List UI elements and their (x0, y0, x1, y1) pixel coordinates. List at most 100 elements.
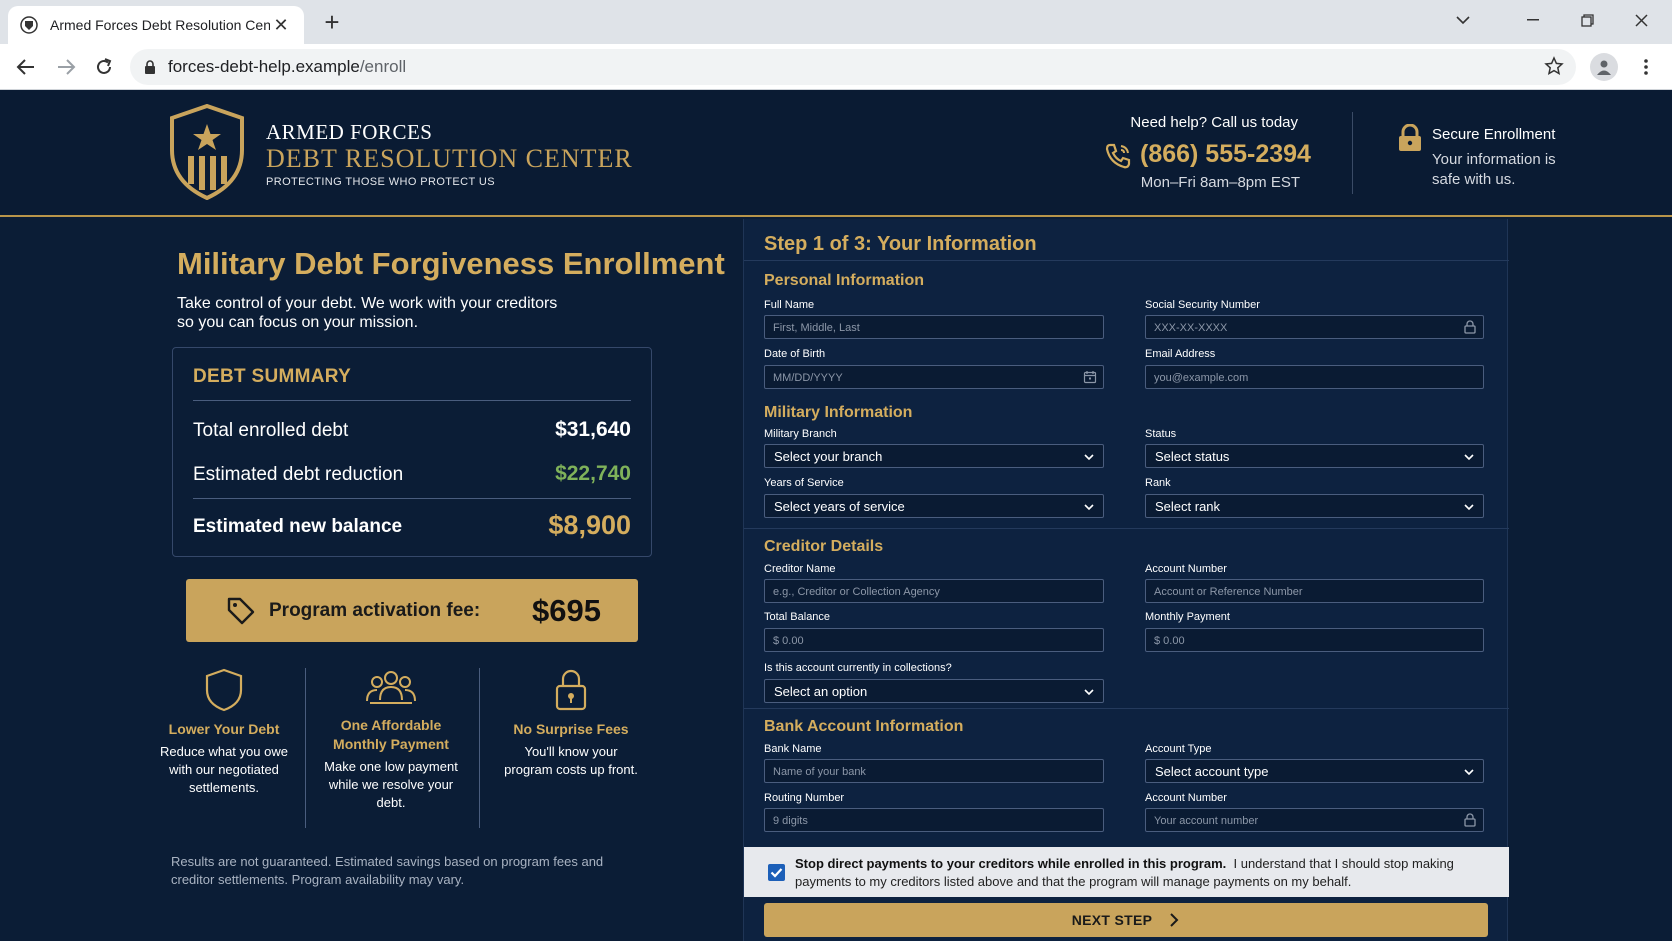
bank-name-input[interactable]: Name of your bank (764, 759, 1104, 783)
next-step-label: NEXT STEP (1071, 912, 1153, 928)
profile-avatar-icon[interactable] (1590, 53, 1618, 81)
chevron-down-icon (1084, 504, 1094, 511)
years-select[interactable]: Select years of service (764, 494, 1104, 518)
shield-favicon-icon (20, 16, 38, 34)
bank-name-label: Bank Name (764, 743, 822, 755)
account-type-select[interactable]: Select account type (1145, 759, 1484, 783)
rank-select[interactable]: Select rank (1145, 494, 1484, 518)
browser-tab-strip: Armed Forces Debt Resolution Center ✕ + (0, 0, 1672, 44)
total-balance-input[interactable]: $ 0.00 (764, 628, 1104, 652)
page-subtitle: Take control of your debt. We work with … (177, 295, 558, 331)
back-button[interactable] (12, 53, 40, 81)
email-label: Email Address (1145, 348, 1216, 360)
status-select[interactable]: Select status (1145, 444, 1484, 468)
lock-icon (1464, 813, 1476, 827)
next-step-button[interactable]: NEXT STEP (764, 903, 1488, 937)
enrollment-form: Step 1 of 3: Your Information Personal I… (743, 219, 1509, 941)
branch-label: Military Branch (764, 428, 837, 440)
browser-menu-icon[interactable] (1636, 53, 1656, 81)
creditor-account-input[interactable]: Account or Reference Number (1145, 579, 1484, 603)
ssn-input[interactable]: XXX-XX-XXXX (1145, 315, 1484, 339)
creditor-name-label: Creditor Name (764, 563, 836, 575)
reload-button[interactable] (90, 53, 118, 81)
ssn-label: Social Security Number (1145, 299, 1260, 311)
full-name-input[interactable]: First, Middle, Last (764, 315, 1104, 339)
bank-account-number-placeholder: Your account number (1154, 815, 1259, 827)
status-label: Status (1145, 428, 1177, 440)
consent-bold-text: Stop direct payments to your creditors w… (795, 856, 1227, 871)
checkmark-icon (770, 868, 783, 878)
account-type-label: Account Type (1145, 743, 1212, 755)
phone-number-link[interactable]: (866) 555-2394 (1140, 140, 1311, 169)
collections-label: Is this account currently in collections… (764, 662, 952, 674)
military-info-title: Military Information (764, 404, 913, 421)
full-name-label: Full Name (764, 299, 815, 311)
tab-search-icon[interactable] (1436, 0, 1490, 40)
feature-lower-debt: Lower Your Debt Reduce what you owe with… (157, 668, 291, 797)
forward-button[interactable] (52, 53, 80, 81)
rank-select-value: Select rank (1155, 499, 1221, 514)
close-window-button[interactable] (1614, 0, 1668, 40)
consent-row: Stop direct payments to your creditors w… (744, 847, 1509, 897)
creditor-details-title: Creditor Details (764, 538, 884, 555)
chevron-down-icon (1464, 504, 1474, 511)
secure-enrollment-text: Your information is safe with us. (1432, 151, 1556, 188)
dob-placeholder: MM/DD/YYYY (773, 372, 843, 384)
feature-text: You'll know your program costs up front. (504, 744, 638, 777)
tab-close-icon[interactable]: ✕ (270, 15, 292, 36)
feature-text: Reduce what you owe with our negotiated … (160, 744, 288, 795)
collections-select[interactable]: Select an option (764, 679, 1104, 703)
chevron-down-icon (1464, 769, 1474, 776)
email-input[interactable]: you@example.com (1145, 365, 1484, 389)
chevron-down-icon (1084, 454, 1094, 461)
creditor-name-input[interactable]: e.g., Creditor or Collection Agency (764, 579, 1104, 603)
status-select-value: Select status (1155, 449, 1230, 464)
padlock-icon (555, 669, 587, 711)
activation-fee-value: $695 (532, 593, 601, 628)
phone-icon (1105, 143, 1131, 169)
total-balance-label: Total Balance (764, 611, 831, 623)
address-bar-row: forces-debt-help.example/enroll (0, 44, 1672, 90)
years-select-value: Select years of service (774, 499, 905, 514)
browser-tab[interactable]: Armed Forces Debt Resolution Center ✕ (8, 6, 304, 44)
branch-select-value: Select your branch (774, 449, 883, 464)
feature-monthly-payment: One Affordable Monthly Payment Make one … (318, 668, 464, 812)
personal-info-title: Personal Information (764, 272, 925, 289)
bank-account-number-input[interactable]: Your account number (1145, 808, 1484, 832)
branch-select[interactable]: Select your branch (764, 444, 1104, 468)
feature-title: No Surprise Fees (513, 721, 629, 737)
new-tab-button[interactable]: + (318, 8, 346, 36)
tab-title: Armed Forces Debt Resolution Center (50, 17, 270, 33)
brand-tagline: PROTECTING THOSE WHO PROTECT US (266, 176, 495, 188)
feature-text: Make one low payment while we resolve yo… (324, 759, 458, 810)
total-debt-value: $31,640 (555, 418, 631, 441)
help-label: Need help? Call us today (1130, 114, 1298, 131)
consent-checkbox[interactable] (768, 864, 785, 881)
bank-account-number-label: Account Number (1145, 792, 1227, 804)
header-divider (1352, 112, 1353, 194)
people-group-icon (366, 671, 416, 704)
url-field[interactable]: forces-debt-help.example/enroll (130, 49, 1576, 85)
minimize-button[interactable] (1506, 0, 1560, 40)
feature-divider (479, 668, 480, 828)
ssn-placeholder: XXX-XX-XXXX (1154, 322, 1228, 334)
calendar-icon[interactable] (1083, 370, 1097, 384)
dob-input[interactable]: MM/DD/YYYY (764, 365, 1104, 389)
bookmark-star-icon[interactable] (1544, 56, 1564, 76)
shield-icon (205, 668, 243, 712)
debt-summary-card: DEBT SUMMARY Total enrolled debt $31,640… (172, 347, 652, 557)
monthly-payment-input[interactable]: $ 0.00 (1145, 628, 1484, 652)
disclaimer: Results are not guaranteed. Estimated sa… (171, 854, 604, 887)
site-header: ARMED FORCES DEBT RESOLUTION CENTER PROT… (0, 90, 1672, 217)
restore-button[interactable] (1560, 0, 1614, 40)
activation-fee-banner: Program activation fee: $695 (186, 579, 638, 642)
chevron-down-icon (1084, 689, 1094, 696)
creditor-account-label: Account Number (1145, 563, 1227, 575)
secure-lock-icon (1399, 124, 1421, 151)
activation-fee-label: Program activation fee: (269, 600, 481, 621)
feature-divider (305, 668, 306, 828)
routing-input[interactable]: 9 digits (764, 808, 1104, 832)
section-divider (744, 708, 1509, 709)
step-title: Step 1 of 3: Your Information (764, 233, 1037, 255)
debt-reduction-label: Estimated debt reduction (193, 464, 404, 485)
